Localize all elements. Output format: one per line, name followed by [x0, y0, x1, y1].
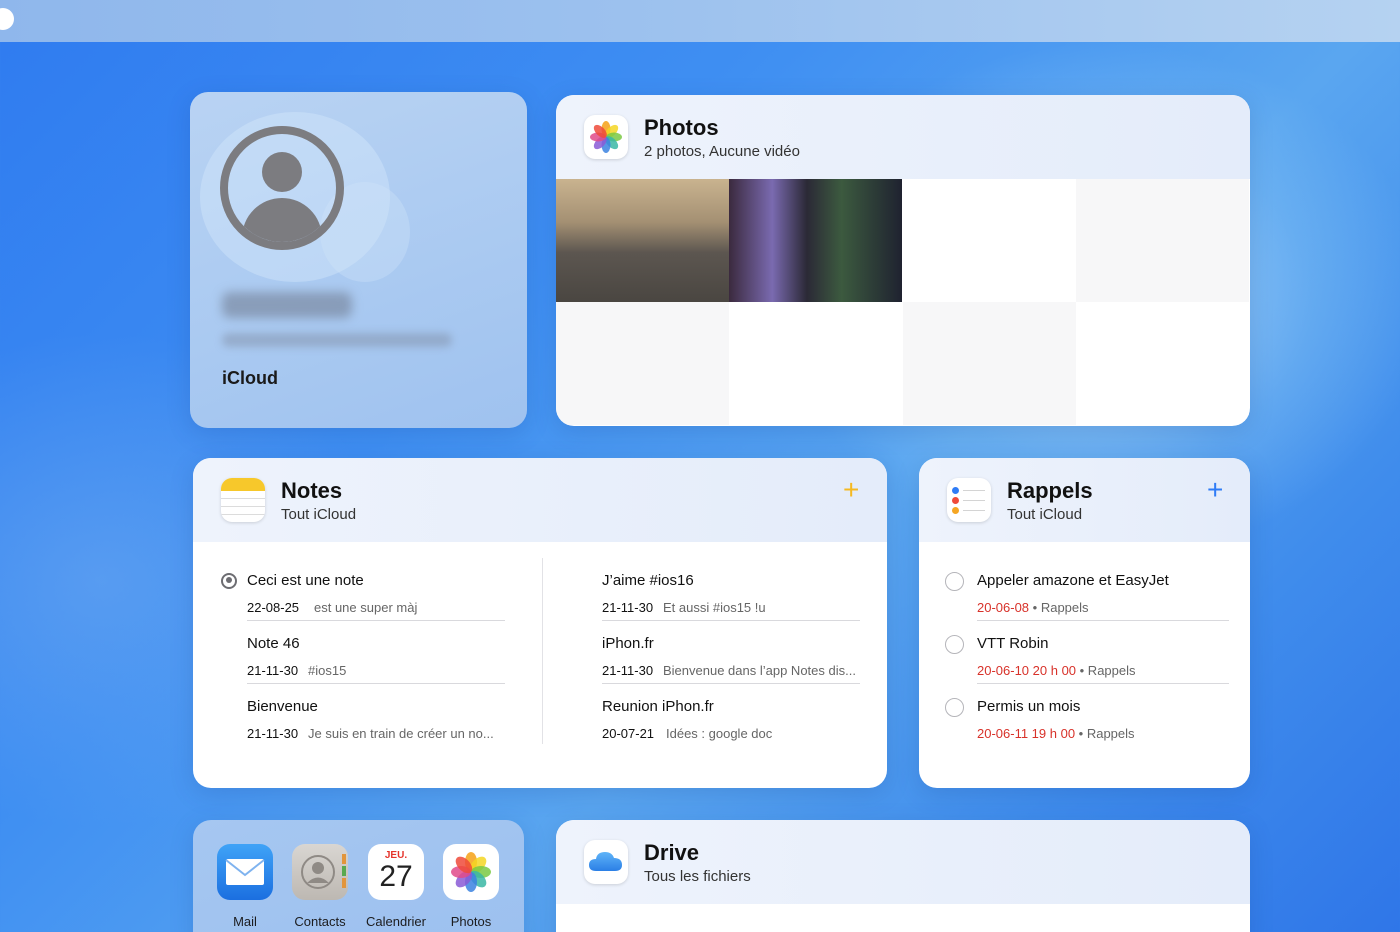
reminders-title: Rappels — [1007, 478, 1093, 503]
photo-placeholder — [903, 302, 1076, 425]
apple-logo-icon[interactable] — [0, 8, 14, 30]
photo-placeholder — [729, 302, 902, 425]
notes-subtitle: Tout iCloud — [281, 506, 357, 523]
photo-thumbnail[interactable] — [729, 179, 902, 302]
reminders-subtitle: Tout iCloud — [1007, 506, 1083, 523]
note-item[interactable]: J’aime #ios16 21-11-30 Et aussi #ios15 !… — [602, 558, 860, 621]
note-item[interactable]: Bienvenue 21-11-30 Je suis en train de c… — [247, 684, 505, 747]
notes-card-header: Notes Tout iCloud + — [193, 458, 887, 542]
blurred-user-name — [222, 292, 352, 318]
reminder-checkbox[interactable] — [945, 635, 964, 654]
app-dock: Mail Contacts JEU. 27 Calendrier Photos — [193, 820, 524, 932]
note-item[interactable]: Reunion iPhon.fr 20-07-21 Idées : google… — [602, 684, 860, 747]
app-label: Mail — [233, 914, 257, 929]
reminder-item[interactable]: VTT Robin 20-06-10 20 h 00 • Rappels — [945, 621, 1229, 684]
contacts-icon — [292, 844, 348, 900]
photos-flower-icon — [584, 115, 628, 159]
note-title: Bienvenue — [247, 698, 318, 715]
app-label: Contacts — [294, 914, 346, 929]
note-preview: Et aussi #ios15 !u — [663, 600, 766, 615]
note-title: Ceci est une note — [247, 572, 364, 589]
photo-thumbnail[interactable] — [556, 179, 729, 302]
photos-card-header: Photos 2 photos, Aucune vidéo — [556, 95, 1250, 179]
blurred-user-email — [222, 333, 452, 347]
note-preview: #ios15 — [308, 663, 347, 678]
reminder-checkbox[interactable] — [945, 572, 964, 591]
reminder-list: • Rappels — [1075, 726, 1135, 741]
note-title: J’aime #ios16 — [602, 572, 694, 589]
note-date: 21-11-30 — [247, 663, 299, 678]
photo-placeholder — [1076, 179, 1249, 302]
notes-title: Notes — [281, 478, 343, 503]
add-note-button[interactable]: + — [843, 476, 859, 504]
person-circle-icon — [220, 126, 344, 250]
reminder-list: • Rappels — [1029, 600, 1089, 615]
person-circle-icon — [221, 573, 237, 589]
note-item[interactable]: Note 46 21-11-30 #ios15 — [247, 621, 505, 684]
notes-card[interactable]: Notes Tout iCloud + Ceci est une note 22… — [193, 458, 887, 788]
note-title: Note 46 — [247, 635, 300, 652]
photos-card[interactable]: Photos 2 photos, Aucune vidéo — [556, 95, 1250, 426]
notes-column-divider — [542, 558, 543, 744]
reminder-date: 20-06-08 — [977, 600, 1030, 615]
reminder-list: • Rappels — [1076, 663, 1136, 678]
note-preview: Idées : google doc — [666, 726, 773, 741]
add-reminder-button[interactable]: + — [1207, 476, 1223, 504]
reminder-item[interactable]: Permis un mois 20-06-11 19 h 00 • Rappel… — [945, 684, 1229, 747]
note-preview: Bienvenue dans l’app Notes dis... — [663, 663, 856, 678]
note-date: 21-11-30 — [247, 726, 299, 741]
reminder-item[interactable]: Appeler amazone et EasyJet 20-06-08 • Ra… — [945, 558, 1229, 621]
note-title: Reunion iPhon.fr — [602, 698, 714, 715]
photos-title: Photos — [644, 115, 719, 140]
note-date: 20-07-21 — [602, 726, 655, 741]
note-date: 22-08-25 — [247, 600, 300, 615]
top-bar — [0, 0, 1400, 42]
drive-card[interactable]: Drive Tous les fichiers — [556, 820, 1250, 932]
note-title: iPhon.fr — [602, 635, 654, 652]
photo-placeholder — [1076, 302, 1249, 425]
mail-icon — [217, 844, 273, 900]
reminder-checkbox[interactable] — [945, 698, 964, 717]
note-item[interactable]: Ceci est une note 22-08-25 est une super… — [221, 558, 505, 621]
reminders-card[interactable]: Rappels Tout iCloud + Appeler amazone et… — [919, 458, 1250, 788]
note-date: 21-11-30 — [602, 663, 654, 678]
drive-title: Drive — [644, 840, 700, 865]
reminder-title: Appeler amazone et EasyJet — [977, 572, 1169, 589]
notes-icon — [221, 478, 265, 522]
note-preview: est une super màj — [314, 600, 418, 615]
reminder-date: 20-06-11 19 h 00 — [977, 726, 1076, 741]
drive-card-header: Drive Tous les fichiers — [556, 820, 1250, 904]
photo-placeholder — [556, 302, 729, 425]
photos-flower-icon — [443, 844, 499, 900]
reminder-date: 20-06-10 20 h 00 — [977, 663, 1077, 678]
profile-label: iCloud — [222, 368, 278, 388]
note-date: 21-11-30 — [602, 600, 654, 615]
photos-subtitle: 2 photos, Aucune vidéo — [644, 143, 800, 160]
icloud-drive-icon — [584, 840, 628, 884]
calendar-day: 27 — [379, 860, 413, 893]
app-label: Photos — [450, 914, 492, 929]
photo-placeholder — [903, 179, 1076, 302]
reminder-title: Permis un mois — [977, 698, 1081, 715]
app-label: Calendrier — [366, 914, 426, 929]
reminders-icon — [947, 478, 991, 522]
note-preview: Je suis en train de créer un no... — [308, 726, 494, 741]
drive-subtitle: Tous les fichiers — [644, 868, 751, 885]
reminders-card-header: Rappels Tout iCloud + — [919, 458, 1250, 542]
profile-card[interactable]: iCloud — [190, 92, 527, 428]
reminder-title: VTT Robin — [977, 635, 1049, 652]
calendar-icon: JEU. 27 — [368, 844, 424, 900]
note-item[interactable]: iPhon.fr 21-11-30 Bienvenue dans l’app N… — [602, 621, 860, 684]
photo-grid — [556, 179, 1250, 426]
